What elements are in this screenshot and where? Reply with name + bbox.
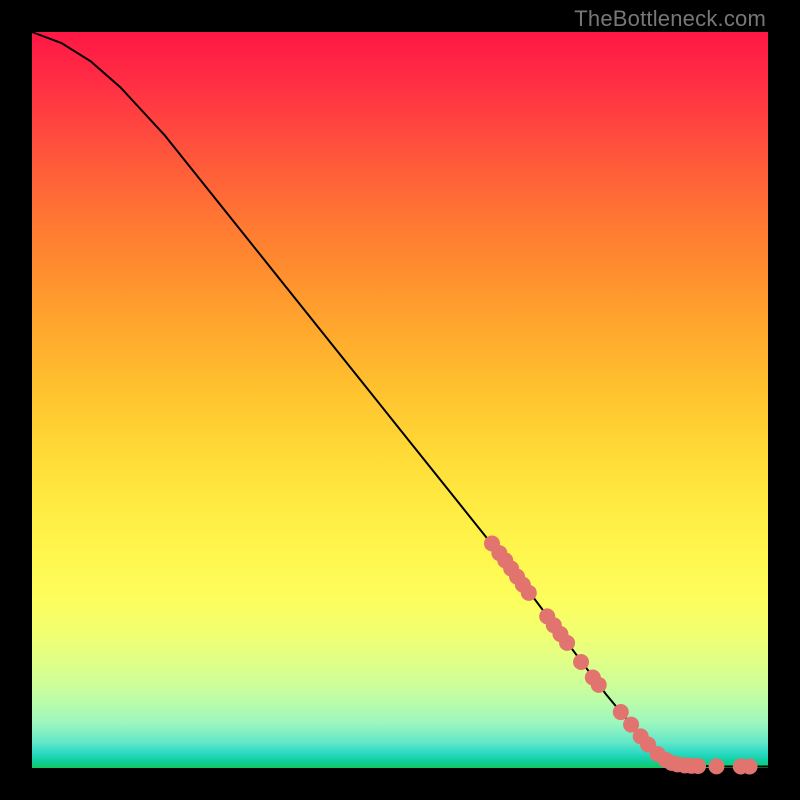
scatter-point: [591, 677, 607, 693]
scatter-point: [708, 758, 724, 774]
curve-line: [32, 32, 768, 767]
scatter-point: [613, 704, 629, 720]
scatter-point: [690, 758, 706, 774]
scatter-point: [742, 759, 758, 775]
watermark-text: TheBottleneck.com: [574, 6, 766, 32]
scatter-point: [521, 585, 537, 601]
scatter-point: [559, 635, 575, 651]
plot-overlay: [32, 32, 768, 768]
scatter-group: [484, 536, 758, 775]
scatter-point: [573, 654, 589, 670]
chart-container: TheBottleneck.com: [0, 0, 800, 800]
